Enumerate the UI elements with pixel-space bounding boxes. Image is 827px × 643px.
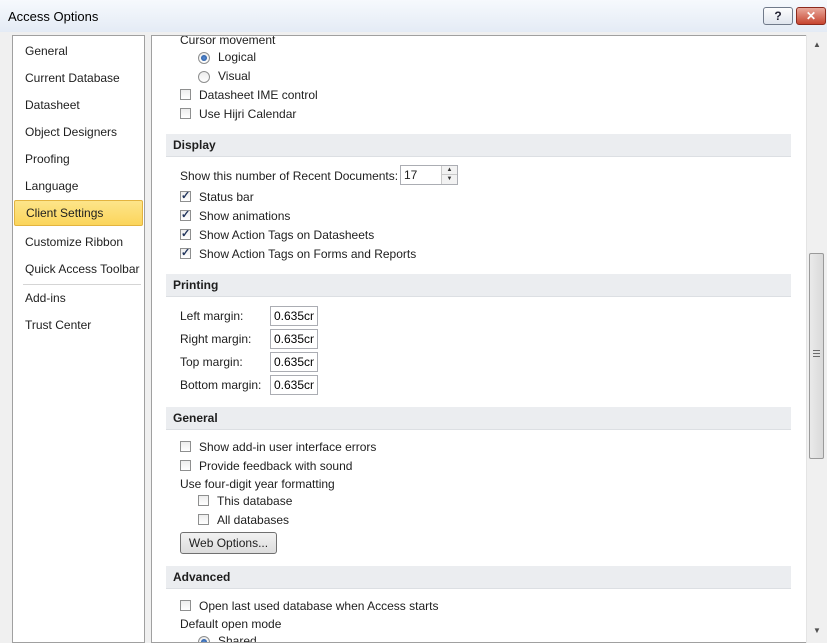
bottom-margin-label: Bottom margin: (180, 378, 262, 392)
left-margin-label: Left margin: (180, 309, 244, 323)
vertical-scrollbar[interactable]: ▲ ▼ (806, 35, 827, 643)
close-button[interactable]: ✕ (796, 7, 826, 25)
hijri-calendar-label: Use Hijri Calendar (199, 107, 297, 121)
nav-item-datasheet[interactable]: Datasheet (13, 92, 144, 118)
datasheet-ime-checkbox[interactable] (180, 89, 191, 100)
display-section-header: Display (166, 134, 791, 157)
general-header-text: General (173, 411, 218, 425)
printing-section-header: Printing (166, 274, 791, 297)
top-margin-field[interactable] (270, 352, 318, 372)
logical-label: Logical (218, 50, 257, 64)
nav-item-current-database[interactable]: Current Database (13, 65, 144, 91)
general-section-header: General (166, 407, 791, 430)
title-bar: Access Options ? ✕ (0, 0, 827, 32)
datasheet-ime-label: Datasheet IME control (199, 88, 318, 102)
nav-item-object-designers[interactable]: Object Designers (13, 119, 144, 145)
feedback-sound-checkbox[interactable] (180, 460, 191, 471)
this-database-checkbox[interactable] (198, 495, 209, 506)
cursor-movement-label: Cursor movement (180, 35, 276, 47)
hijri-calendar-checkbox[interactable] (180, 108, 191, 119)
default-open-mode-label: Default open mode (180, 617, 282, 631)
show-animations-label: Show animations (199, 209, 291, 223)
all-databases-label: All databases (217, 513, 290, 527)
scroll-up-icon[interactable]: ▲ (809, 37, 825, 53)
scroll-down-icon[interactable]: ▼ (809, 623, 825, 639)
nav-item-customize-ribbon[interactable]: Customize Ribbon (13, 229, 144, 255)
left-margin-field[interactable] (270, 306, 318, 326)
status-bar-checkbox[interactable] (180, 189, 191, 202)
open-last-db-checkbox[interactable] (180, 600, 191, 611)
action-tags-forms-checkbox[interactable] (180, 246, 191, 259)
recent-docs-spinner[interactable]: 17 ▲ ▼ (400, 165, 458, 185)
shared-label: Shared (218, 634, 257, 643)
spinner-down-icon[interactable]: ▼ (442, 175, 457, 184)
logical-radio[interactable] (198, 52, 210, 64)
nav-item-add-ins[interactable]: Add-ins (13, 285, 144, 311)
settings-panel: Cursor movement Logical Visual Datasheet… (151, 35, 827, 643)
grip-icon (813, 350, 820, 357)
printing-header-text: Printing (173, 278, 219, 292)
bottom-margin-field[interactable] (270, 375, 318, 395)
nav-item-client-settings[interactable]: Client Settings (14, 200, 143, 226)
addin-errors-checkbox[interactable] (180, 441, 191, 452)
nav-item-general[interactable]: General (13, 38, 144, 64)
show-animations-checkbox[interactable] (180, 208, 191, 221)
recent-docs-label: Show this number of Recent Documents: (180, 169, 399, 183)
this-database-label: This database (217, 494, 293, 508)
status-bar-label: Status bar (199, 190, 254, 204)
display-header-text: Display (173, 138, 216, 152)
nav-item-trust-center[interactable]: Trust Center (13, 312, 144, 338)
action-tags-forms-label: Show Action Tags on Forms and Reports (199, 247, 417, 261)
nav-item-language[interactable]: Language (13, 173, 144, 199)
spinner-arrows: ▲ ▼ (441, 166, 457, 184)
nav-item-proofing[interactable]: Proofing (13, 146, 144, 172)
visual-label: Visual (218, 69, 251, 83)
window-title: Access Options (8, 9, 99, 24)
scroll-thumb[interactable] (809, 253, 824, 459)
shared-radio[interactable] (198, 636, 210, 642)
nav-item-quick-access-toolbar[interactable]: Quick Access Toolbar (13, 256, 144, 282)
open-last-db-label: Open last used database when Access star… (199, 599, 439, 613)
options-nav: General Current Database Datasheet Objec… (12, 35, 145, 643)
four-digit-year-label: Use four-digit year formatting (180, 477, 335, 491)
visual-radio[interactable] (198, 71, 210, 83)
addin-errors-label: Show add-in user interface errors (199, 440, 377, 454)
action-tags-datasheets-checkbox[interactable] (180, 227, 191, 240)
right-margin-label: Right margin: (180, 332, 252, 346)
spinner-up-icon[interactable]: ▲ (442, 166, 457, 175)
feedback-sound-label: Provide feedback with sound (199, 459, 353, 473)
all-databases-checkbox[interactable] (198, 514, 209, 525)
help-button[interactable]: ? (763, 7, 793, 25)
advanced-header-text: Advanced (173, 570, 231, 584)
action-tags-datasheets-label: Show Action Tags on Datasheets (199, 228, 375, 242)
recent-docs-value: 17 (404, 168, 418, 182)
web-options-button[interactable]: Web Options... (180, 532, 277, 554)
advanced-section-header: Advanced (166, 566, 791, 589)
right-margin-field[interactable] (270, 329, 318, 349)
top-margin-label: Top margin: (180, 355, 243, 369)
